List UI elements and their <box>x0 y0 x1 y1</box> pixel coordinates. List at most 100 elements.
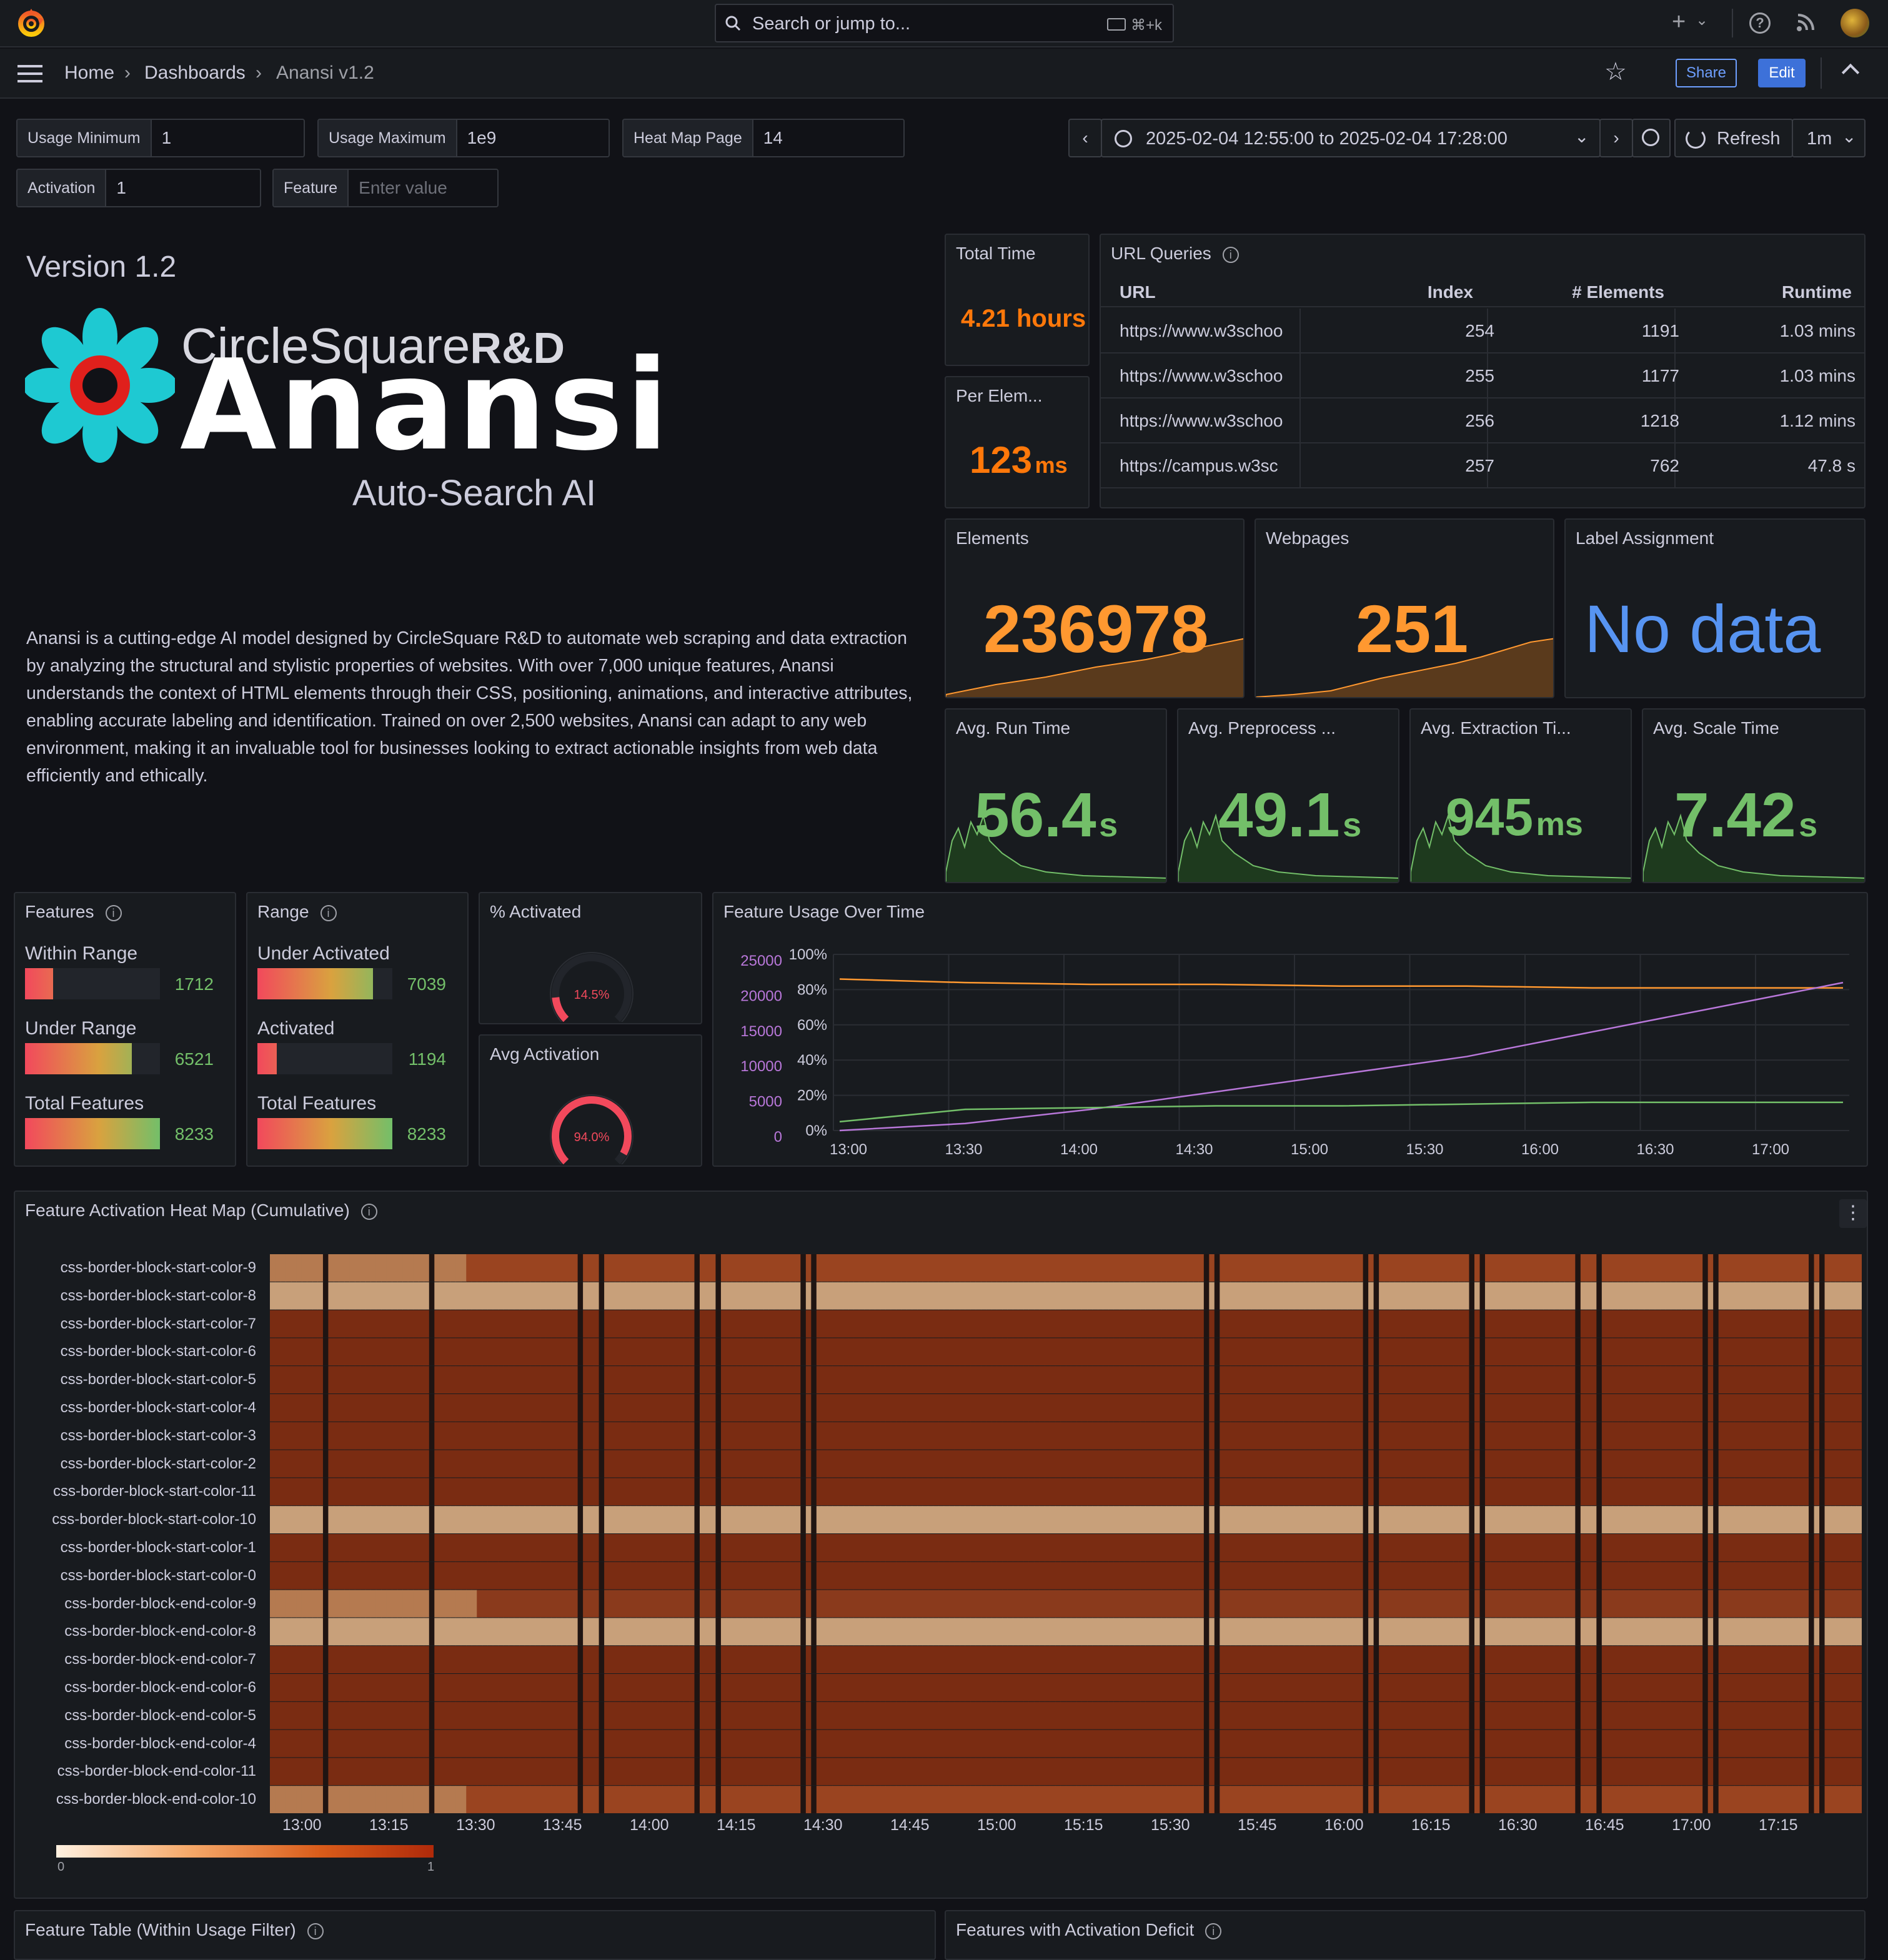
heatmap-cell <box>1262 1702 1268 1730</box>
heatmap-cell <box>652 1506 658 1533</box>
column-header-elements[interactable]: # Elements <box>1572 282 1664 302</box>
heatmap-cell <box>683 1366 689 1393</box>
heatmap-cell <box>557 1534 562 1562</box>
heatmap-cell <box>291 1338 297 1365</box>
edit-button[interactable]: Edit <box>1758 59 1806 87</box>
heatmap-cell <box>949 1366 955 1393</box>
column-header-index[interactable]: Index <box>1428 282 1473 302</box>
heatmap-cell <box>1061 1450 1066 1478</box>
chevron-up-icon[interactable] <box>1842 64 1859 81</box>
heatmap-cell <box>1023 1422 1029 1450</box>
heatmap-cell <box>557 1786 562 1813</box>
breadcrumb-home[interactable]: Home <box>64 62 114 84</box>
heatmap-cell <box>1092 1618 1098 1645</box>
heatmap-cell <box>642 1562 647 1590</box>
panel-menu-icon[interactable]: ⋮ <box>1839 1199 1867 1228</box>
heatmap-cell <box>683 1702 689 1730</box>
heatmap-cell <box>785 1282 790 1310</box>
heatmap-cell <box>429 1422 435 1450</box>
heatmap-cell <box>885 1758 891 1785</box>
heatmap-cell <box>1289 1646 1294 1673</box>
activation-input[interactable]: 1 <box>106 170 260 206</box>
info-icon[interactable]: i <box>1223 247 1239 263</box>
chevron-down-icon[interactable]: ⌄ <box>1696 11 1708 29</box>
heatmap-cell <box>1198 1394 1204 1422</box>
help-icon[interactable]: ? <box>1749 12 1771 34</box>
news-feed-icon[interactable] <box>1794 11 1817 37</box>
heatmap-cell <box>1411 1254 1416 1282</box>
heatmap-cell <box>1135 1366 1140 1393</box>
heatmap-cell <box>981 1450 986 1478</box>
heat-map-page-input[interactable]: 14 <box>753 120 903 156</box>
panel-title: Rangei <box>257 902 337 922</box>
grafana-logo-icon[interactable] <box>16 7 46 39</box>
heatmap-cell <box>1098 1254 1103 1282</box>
heatmap-cell <box>1081 1310 1087 1338</box>
heatmap-cell <box>1081 1366 1087 1393</box>
heatmap-cell <box>843 1506 848 1533</box>
heatmap-cell <box>991 1618 997 1645</box>
info-icon[interactable]: i <box>106 905 122 921</box>
zoom-out-button[interactable] <box>1632 119 1671 157</box>
heatmap-cell <box>700 1674 705 1701</box>
heatmap-cell <box>758 1478 763 1505</box>
heatmap-cell <box>572 1730 578 1758</box>
time-range-picker[interactable]: 2025-02-04 12:55:00 to 2025-02-04 17:28:… <box>1101 119 1601 157</box>
menu-icon[interactable] <box>17 65 42 82</box>
feature-input[interactable]: Enter value <box>349 170 497 206</box>
time-range-forward-button[interactable]: › <box>1599 119 1633 157</box>
heatmap-cell <box>768 1450 774 1478</box>
heatmap-cell <box>758 1646 763 1673</box>
star-icon[interactable]: ☆ <box>1604 57 1627 86</box>
heatmap-cell <box>1066 1506 1071 1533</box>
heatmap-cell <box>1061 1646 1066 1673</box>
heatmap-cell <box>817 1310 822 1338</box>
heatmap-cell <box>991 1366 997 1393</box>
heatmap-cell <box>360 1338 365 1365</box>
heatmap-cell <box>806 1618 812 1645</box>
heatmap-cell <box>1453 1366 1459 1393</box>
info-icon[interactable]: i <box>361 1204 377 1220</box>
heatmap-cell <box>1230 1730 1236 1758</box>
column-header-url[interactable]: URL <box>1120 282 1156 302</box>
search-bar[interactable]: Search or jump to... ⌘+k <box>715 4 1174 42</box>
table-row[interactable]: https://campus.w3sc25776247.8 s <box>1101 443 1866 488</box>
heatmap-cell <box>1220 1786 1225 1813</box>
table-row[interactable]: https://www.w3schoo25511771.03 mins <box>1101 354 1866 398</box>
heatmap-cell <box>1251 1506 1257 1533</box>
refresh-interval-picker[interactable]: 1m ⌄ <box>1792 119 1866 157</box>
heatmap-cell <box>1517 1702 1523 1730</box>
table-row[interactable]: https://www.w3schoo25612181.12 mins <box>1101 398 1866 443</box>
heatmap-cell <box>700 1534 705 1562</box>
heatmap-cell <box>1140 1338 1146 1365</box>
heatmap-cell <box>1183 1646 1188 1673</box>
heatmap-cell <box>631 1338 637 1365</box>
add-new-icon[interactable]: + <box>1672 9 1686 36</box>
heatmap-cell <box>498 1786 504 1813</box>
breadcrumb-dashboards[interactable]: Dashboards <box>144 62 246 84</box>
heatmap-cell <box>859 1618 865 1645</box>
heatmap-cell <box>334 1450 339 1478</box>
info-icon[interactable]: i <box>320 905 337 921</box>
heatmap-cell <box>965 1674 971 1701</box>
heatmap-cell <box>981 1366 986 1393</box>
heatmap-cell <box>976 1562 981 1590</box>
heatmap-cell <box>1013 1674 1018 1701</box>
heatmap-cell <box>785 1450 790 1478</box>
refresh-button[interactable]: Refresh <box>1674 119 1793 157</box>
heatmap-row-label: css-border-block-start-color-10 <box>52 1511 256 1528</box>
heatmap-cell <box>402 1674 408 1701</box>
heatmap-cell <box>270 1310 276 1338</box>
share-button[interactable]: Share <box>1676 59 1737 87</box>
usage-maximum-input[interactable]: 1e9 <box>457 120 609 156</box>
heatmap-cell <box>848 1590 854 1618</box>
heatmap-cell <box>1268 1590 1273 1618</box>
user-avatar[interactable] <box>1841 9 1869 37</box>
table-row[interactable]: https://www.w3schoo25411911.03 mins <box>1101 309 1866 354</box>
time-range-back-button[interactable]: ‹ <box>1068 119 1102 157</box>
usage-minimum-input[interactable]: 1 <box>152 120 304 156</box>
heatmap-cell <box>683 1590 689 1618</box>
column-header-runtime[interactable]: Runtime <box>1782 282 1852 302</box>
heatmap-cell <box>1496 1786 1501 1813</box>
heatmap-cell <box>848 1422 854 1450</box>
